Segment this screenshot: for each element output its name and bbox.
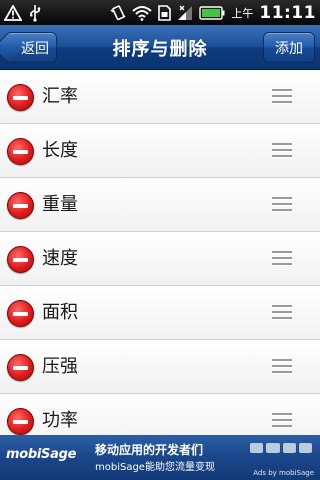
add-button[interactable]: 添加: [263, 32, 315, 63]
delete-icon[interactable]: [7, 300, 34, 327]
delete-icon[interactable]: [7, 354, 34, 381]
add-button-label: 添加: [275, 40, 303, 57]
list-item[interactable]: 功率: [0, 394, 320, 435]
ad-attribution: Ads by mobiSage: [253, 469, 314, 477]
drag-handle-icon[interactable]: [272, 89, 292, 104]
vibrate-icon: [110, 3, 126, 23]
unit-category-list: 汇率 长度 重量 速度 面积 压强 功率: [0, 70, 320, 435]
back-button-label: 返回: [21, 40, 49, 57]
title-bar: 返回 排序与删除 添加: [0, 25, 320, 70]
list-item[interactable]: 压强: [0, 340, 320, 394]
warning-icon: [4, 3, 22, 23]
list-item[interactable]: 汇率: [0, 70, 320, 124]
list-item-label: 汇率: [42, 86, 78, 107]
list-item-label: 面积: [42, 302, 78, 323]
ad-subline: mobiSage能助您流量变现: [95, 462, 215, 473]
page-title: 排序与删除: [112, 38, 208, 60]
ad-headline: 移动应用的开发者们: [95, 443, 204, 457]
list-item-label: 压强: [42, 356, 78, 377]
list-item[interactable]: 面积: [0, 286, 320, 340]
drag-handle-icon[interactable]: [272, 251, 292, 266]
delete-icon[interactable]: [7, 84, 34, 111]
ad-partner-logos: [250, 441, 312, 455]
delete-icon[interactable]: [7, 408, 34, 435]
wifi-icon: [132, 3, 153, 23]
list-item-label: 功率: [42, 410, 78, 431]
sdcard-icon: [158, 3, 172, 23]
drag-handle-icon[interactable]: [272, 359, 292, 374]
usb-icon: [29, 3, 41, 23]
drag-handle-icon[interactable]: [272, 305, 292, 320]
list-item[interactable]: 速度: [0, 232, 320, 286]
signal-icon: [177, 3, 193, 23]
drag-handle-icon[interactable]: [272, 143, 292, 158]
delete-icon[interactable]: [7, 192, 34, 219]
delete-icon[interactable]: [7, 246, 34, 273]
status-right-icons: 上午 11:11: [110, 3, 316, 23]
list-item[interactable]: 重量: [0, 178, 320, 232]
drag-handle-icon[interactable]: [272, 197, 292, 212]
list-item-label: 速度: [42, 248, 78, 269]
drag-handle-icon[interactable]: [272, 413, 292, 428]
status-left-icons: [4, 3, 41, 23]
list-item-label: 长度: [42, 140, 78, 161]
ad-logo: mobiSage: [6, 447, 77, 462]
battery-icon: [199, 3, 225, 23]
list-item-label: 重量: [42, 194, 78, 215]
list-item[interactable]: 长度: [0, 124, 320, 178]
status-time: 11:11: [259, 2, 316, 23]
status-bar: 上午 11:11: [0, 0, 320, 25]
back-button[interactable]: 返回: [5, 32, 57, 63]
ad-banner[interactable]: mobiSage 移动应用的开发者们 mobiSage能助您流量变现 Ads b…: [0, 435, 320, 480]
delete-icon[interactable]: [7, 138, 34, 165]
status-ampm: 上午: [231, 6, 254, 20]
